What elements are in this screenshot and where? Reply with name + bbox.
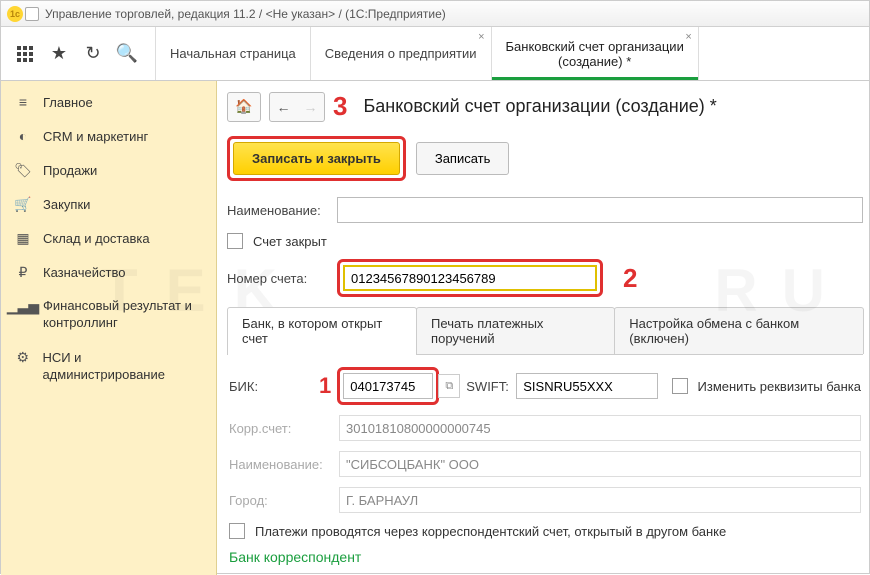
highlight-account: [337, 259, 603, 297]
sidebar-item-label: НСИ и администрирование: [42, 350, 202, 384]
tab-label: Начальная страница: [170, 46, 296, 61]
boxes-icon: ▦: [15, 230, 31, 246]
corr-bank-title: Банк корреспондент: [229, 549, 861, 565]
closed-checkbox[interactable]: [227, 233, 243, 249]
name-label: Наименование:: [227, 203, 337, 218]
sidebar-item-purchases[interactable]: 🛒 Закупки: [1, 187, 216, 221]
sidebar-item-warehouse[interactable]: ▦ Склад и доставка: [1, 221, 216, 255]
main-area: ≡ Главное ◐ CRM и маркетинг 🏷 Продажи 🛒 Заку…: [1, 81, 869, 575]
sidebar-item-crm[interactable]: ◐ CRM и маркетинг: [1, 119, 216, 153]
itab-exchange[interactable]: Настройка обмена с банком (включен): [614, 307, 864, 354]
row-bic-swift: БИК: 1 ⧉ SWIFT: Изменить реквизиты банка: [229, 367, 861, 405]
row-via-corr: Платежи проводятся через корреспондентск…: [229, 523, 861, 539]
corr-acc-label: Корр.счет:: [229, 421, 339, 436]
window-title: Управление торговлей, редакция 11.2 / <Н…: [45, 7, 446, 21]
apps-icon[interactable]: [15, 44, 35, 64]
tab-label: (создание) *: [506, 54, 684, 69]
top-toolbar: ★ ↻ 🔍 Начальная страница Сведения о пред…: [1, 27, 869, 81]
forward-icon[interactable]: →: [297, 99, 324, 115]
star-icon[interactable]: ★: [49, 44, 69, 64]
cart-icon: 🛒: [15, 196, 31, 212]
close-icon[interactable]: ×: [685, 31, 691, 43]
dropdown-icon[interactable]: [25, 7, 39, 21]
itab-print[interactable]: Печать платежных поручений: [416, 307, 615, 354]
highlight-account-inner: [343, 265, 597, 291]
window-title-bar: 1c Управление торговлей, редакция 11.2 /…: [1, 1, 869, 27]
page-header: 🏠 ← → 3 Банковский счет организации (соз…: [227, 91, 863, 122]
tab-label: Банковский счет организации: [506, 39, 684, 54]
city-label: Город:: [229, 493, 339, 508]
tab-bank-account[interactable]: Банковский счет организации (создание) *…: [492, 27, 699, 80]
via-corr-label: Платежи проводятся через корреспондентск…: [255, 524, 726, 539]
tab-company[interactable]: Сведения о предприятии×: [311, 27, 492, 80]
sidebar-item-label: Склад и доставка: [43, 231, 150, 246]
edit-req-checkbox[interactable]: [672, 378, 688, 394]
sidebar-item-label: Главное: [43, 95, 93, 110]
bic-label: БИК:: [229, 379, 319, 394]
action-bar: Записать и закрыть Записать: [227, 136, 863, 181]
sidebar-item-sales[interactable]: 🏷 Продажи: [1, 153, 216, 187]
bic-input[interactable]: [343, 373, 433, 399]
row-city: Город:: [229, 487, 861, 513]
pie-icon: ◐: [15, 128, 31, 144]
tag-icon: 🏷: [15, 162, 31, 178]
bic-picker-button[interactable]: ⧉: [438, 374, 460, 398]
back-icon[interactable]: ←: [270, 99, 297, 115]
bank-name-label: Наименование:: [229, 457, 339, 472]
row-corr-acc: Корр.счет:: [229, 415, 861, 441]
sidebar-item-label: Продажи: [43, 163, 97, 178]
search-icon[interactable]: 🔍: [117, 44, 137, 64]
corr-acc-input: [339, 415, 861, 441]
sidebar-item-label: Финансовый результат и контроллинг: [43, 298, 202, 332]
edit-req-label: Изменить реквизиты банка: [698, 379, 861, 394]
save-and-close-button[interactable]: Записать и закрыть: [233, 142, 400, 175]
page-title: Банковский счет организации (создание) *: [363, 96, 716, 117]
close-icon[interactable]: ×: [478, 31, 484, 43]
sidebar-item-treasury[interactable]: ₽ Казначейство: [1, 255, 216, 289]
name-input[interactable]: [337, 197, 863, 223]
gear-icon: ⚙: [15, 350, 30, 366]
sidebar-item-finance[interactable]: ▁▃▅ Финансовый результат и контроллинг: [1, 289, 216, 341]
sidebar-item-label: CRM и маркетинг: [43, 129, 148, 144]
bank-name-input: [339, 451, 861, 477]
app-logo-icon: 1c: [7, 6, 23, 22]
sidebar-item-label: Казначейство: [43, 265, 125, 280]
via-corr-checkbox[interactable]: [229, 523, 245, 539]
tab-home[interactable]: Начальная страница: [156, 27, 311, 80]
money-icon: ₽: [15, 264, 31, 280]
content-area: 🏠 ← → 3 Банковский счет организации (соз…: [217, 81, 869, 575]
callout-2: 2: [623, 263, 637, 294]
callout-3: 3: [333, 91, 347, 122]
sidebar-item-label: Закупки: [43, 197, 90, 212]
itab-bank[interactable]: Банк, в котором открыт счет: [227, 307, 417, 354]
save-button[interactable]: Записать: [416, 142, 510, 175]
swift-label: SWIFT:: [466, 379, 516, 394]
city-input: [339, 487, 861, 513]
inner-tabs: Банк, в котором открыт счет Печать плате…: [227, 307, 863, 355]
sidebar-item-admin[interactable]: ⚙ НСИ и администрирование: [1, 341, 216, 393]
sidebar-item-main[interactable]: ≡ Главное: [1, 85, 216, 119]
row-name: Наименование:: [227, 197, 863, 223]
sidebar: ≡ Главное ◐ CRM и маркетинг 🏷 Продажи 🛒 Заку…: [1, 81, 217, 575]
tab-label: Сведения о предприятии: [325, 46, 477, 61]
highlight-bic: [337, 367, 439, 405]
account-label: Номер счета:: [227, 271, 337, 286]
swift-input[interactable]: [516, 373, 657, 399]
row-account: Номер счета: 2: [227, 259, 863, 297]
row-bank-name: Наименование:: [229, 451, 861, 477]
history-icon[interactable]: ↻: [83, 44, 103, 64]
nav-buttons[interactable]: ← →: [269, 92, 325, 122]
home-button[interactable]: 🏠: [227, 92, 261, 122]
row-closed: Счет закрыт: [227, 233, 863, 249]
account-input[interactable]: [345, 267, 595, 289]
tool-icon-group: ★ ↻ 🔍: [1, 27, 156, 80]
closed-label: Счет закрыт: [253, 234, 327, 249]
inner-tab-content: БИК: 1 ⧉ SWIFT: Изменить реквизиты банка…: [227, 355, 863, 575]
highlight-save-close: Записать и закрыть: [227, 136, 406, 181]
chart-icon: ▁▃▅: [15, 298, 31, 314]
callout-1: 1: [319, 373, 331, 399]
menu-icon: ≡: [15, 94, 31, 110]
tabs-bar: Начальная страница Сведения о предприяти…: [156, 27, 869, 80]
